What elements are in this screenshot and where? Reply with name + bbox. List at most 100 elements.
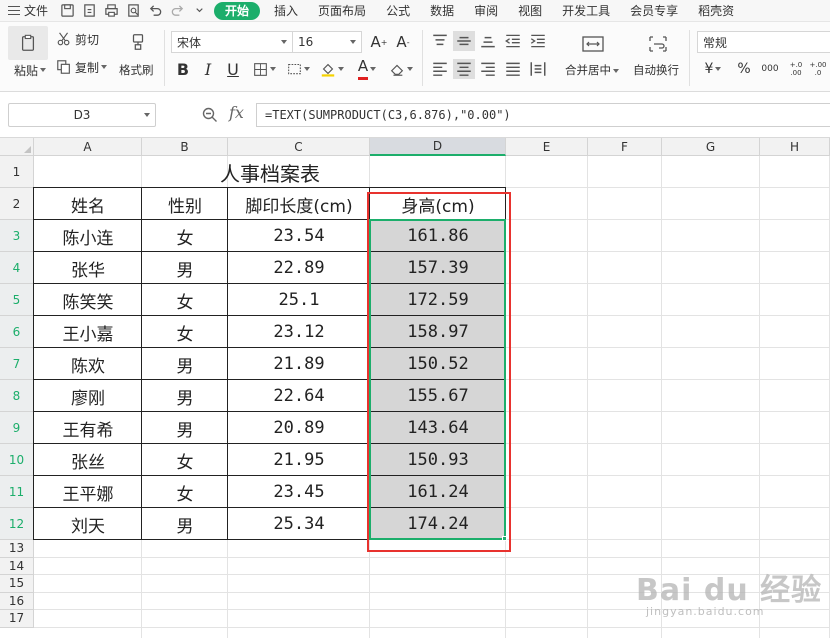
data-cell[interactable]: 21.95 [228, 444, 370, 476]
column-header-d[interactable]: D [370, 138, 506, 156]
row-header-5[interactable]: 5 [0, 284, 34, 316]
align-bottom-button[interactable] [478, 31, 498, 51]
cut-button[interactable]: 剪切 [56, 30, 99, 48]
italic-button[interactable]: I [198, 58, 218, 80]
row-header-6[interactable]: 6 [0, 316, 34, 348]
fill-color-button[interactable] [317, 58, 347, 80]
increase-indent-button[interactable] [528, 31, 548, 51]
decrease-indent-button[interactable] [503, 31, 523, 51]
row-header-13[interactable]: 13 [0, 540, 34, 558]
tab-docer[interactable]: 稻壳资 [688, 0, 744, 22]
paste-dropdown[interactable]: 粘贴 [10, 62, 50, 78]
format-painter-button[interactable] [124, 28, 152, 56]
data-cell[interactable]: 女 [142, 220, 228, 252]
row-header-15[interactable]: 15 [0, 575, 34, 593]
merge-center-button[interactable]: 合并居中 [565, 62, 619, 78]
data-cell[interactable]: 陈小连 [34, 220, 142, 252]
align-middle-button[interactable] [453, 31, 475, 51]
header-cell[interactable]: 身高(cm) [370, 188, 506, 220]
underline-button[interactable]: U [223, 58, 243, 80]
data-cell[interactable]: 22.64 [228, 380, 370, 412]
tab-developer[interactable]: 开发工具 [552, 0, 620, 22]
print-icon[interactable] [102, 2, 120, 20]
align-right-button[interactable] [478, 59, 498, 79]
tab-review[interactable]: 审阅 [464, 0, 508, 22]
row-header-3[interactable]: 3 [0, 220, 34, 252]
copy-button[interactable]: 复制 [56, 58, 108, 76]
number-format-select[interactable]: 常规 [697, 31, 830, 53]
row-header-8[interactable]: 8 [0, 380, 34, 412]
data-cell[interactable]: 女 [142, 444, 228, 476]
data-cell[interactable]: 男 [142, 252, 228, 284]
data-cell[interactable]: 172.59 [370, 284, 506, 316]
column-header-e[interactable]: E [506, 138, 588, 156]
percent-button[interactable]: % [734, 59, 754, 79]
tab-page-layout[interactable]: 页面布局 [308, 0, 376, 22]
data-cell[interactable]: 张华 [34, 252, 142, 284]
align-left-button[interactable] [430, 59, 450, 79]
header-cell[interactable]: 姓名 [34, 188, 142, 220]
data-cell[interactable]: 174.24 [370, 508, 506, 540]
zoom-formula-icon[interactable] [201, 106, 219, 124]
data-cell[interactable]: 23.12 [228, 316, 370, 348]
select-all-corner[interactable] [0, 138, 34, 156]
data-cell[interactable]: 男 [142, 412, 228, 444]
column-header-f[interactable]: F [588, 138, 662, 156]
data-cell[interactable]: 男 [142, 348, 228, 380]
tab-member[interactable]: 会员专享 [620, 0, 688, 22]
data-cell[interactable]: 陈笑笑 [34, 284, 142, 316]
data-cell[interactable]: 王平娜 [34, 476, 142, 508]
column-header-a[interactable]: A [34, 138, 142, 156]
tab-view[interactable]: 视图 [508, 0, 552, 22]
data-cell[interactable]: 157.39 [370, 252, 506, 284]
wrap-text-icon-button[interactable] [644, 30, 672, 58]
font-name-select[interactable]: 宋体 [171, 31, 293, 53]
data-cell[interactable]: 王小嘉 [34, 316, 142, 348]
fill-handle[interactable] [502, 536, 507, 541]
font-color-button[interactable]: A [352, 58, 382, 80]
data-cell[interactable]: 男 [142, 508, 228, 540]
row-header-4[interactable]: 4 [0, 252, 34, 284]
row-header-12[interactable]: 12 [0, 508, 34, 540]
increase-decimal-button[interactable]: +.0 .00 [786, 59, 806, 79]
font-size-select[interactable]: 16 [292, 31, 362, 53]
data-cell[interactable]: 张丝 [34, 444, 142, 476]
merge-center-icon-button[interactable] [578, 30, 608, 58]
tab-formulas[interactable]: 公式 [376, 0, 420, 22]
data-cell[interactable]: 女 [142, 476, 228, 508]
data-cell[interactable]: 22.89 [228, 252, 370, 284]
tab-home[interactable]: 开始 [214, 1, 261, 20]
spreadsheet-grid[interactable]: ABCDEFGH 1 2 3 4 5 6 7 8 9 10 11 12 13 14 15 16 17 人事档案表… [0, 138, 830, 638]
data-cell[interactable]: 25.34 [228, 508, 370, 540]
bold-button[interactable]: B [173, 58, 193, 80]
data-cell[interactable]: 155.67 [370, 380, 506, 412]
align-center-button[interactable] [453, 59, 475, 79]
data-cell[interactable]: 23.45 [228, 476, 370, 508]
data-cell[interactable]: 刘天 [34, 508, 142, 540]
grow-font-button[interactable]: A + [368, 31, 390, 53]
paste-button[interactable] [8, 26, 48, 60]
column-header-h[interactable]: H [760, 138, 830, 156]
tab-insert[interactable]: 插入 [264, 0, 308, 22]
distributed-align-button[interactable] [528, 59, 548, 79]
row-header-10[interactable]: 10 [0, 444, 34, 476]
data-cell[interactable]: 廖刚 [34, 380, 142, 412]
column-header-g[interactable]: G [662, 138, 760, 156]
quick-access-more-icon[interactable] [190, 2, 208, 20]
column-header-b[interactable]: B [142, 138, 228, 156]
formula-input[interactable]: =TEXT(SUMPRODUCT(C3,6.876),"0.00") [256, 103, 830, 127]
data-cell[interactable]: 23.54 [228, 220, 370, 252]
save-icon[interactable] [58, 2, 76, 20]
tab-data[interactable]: 数据 [420, 0, 464, 22]
row-header-7[interactable]: 7 [0, 348, 34, 380]
redo-icon[interactable] [168, 2, 186, 20]
decrease-decimal-button[interactable]: +.00 .0 [808, 59, 828, 79]
data-cell[interactable]: 158.97 [370, 316, 506, 348]
row-header-16[interactable]: 16 [0, 592, 34, 610]
data-cell[interactable]: 150.52 [370, 348, 506, 380]
data-cell[interactable]: 161.24 [370, 476, 506, 508]
table-title[interactable]: 人事档案表 [34, 156, 506, 188]
row-header-1[interactable]: 1 [0, 156, 34, 188]
currency-button[interactable]: ¥ [702, 59, 724, 79]
data-cell[interactable]: 143.64 [370, 412, 506, 444]
